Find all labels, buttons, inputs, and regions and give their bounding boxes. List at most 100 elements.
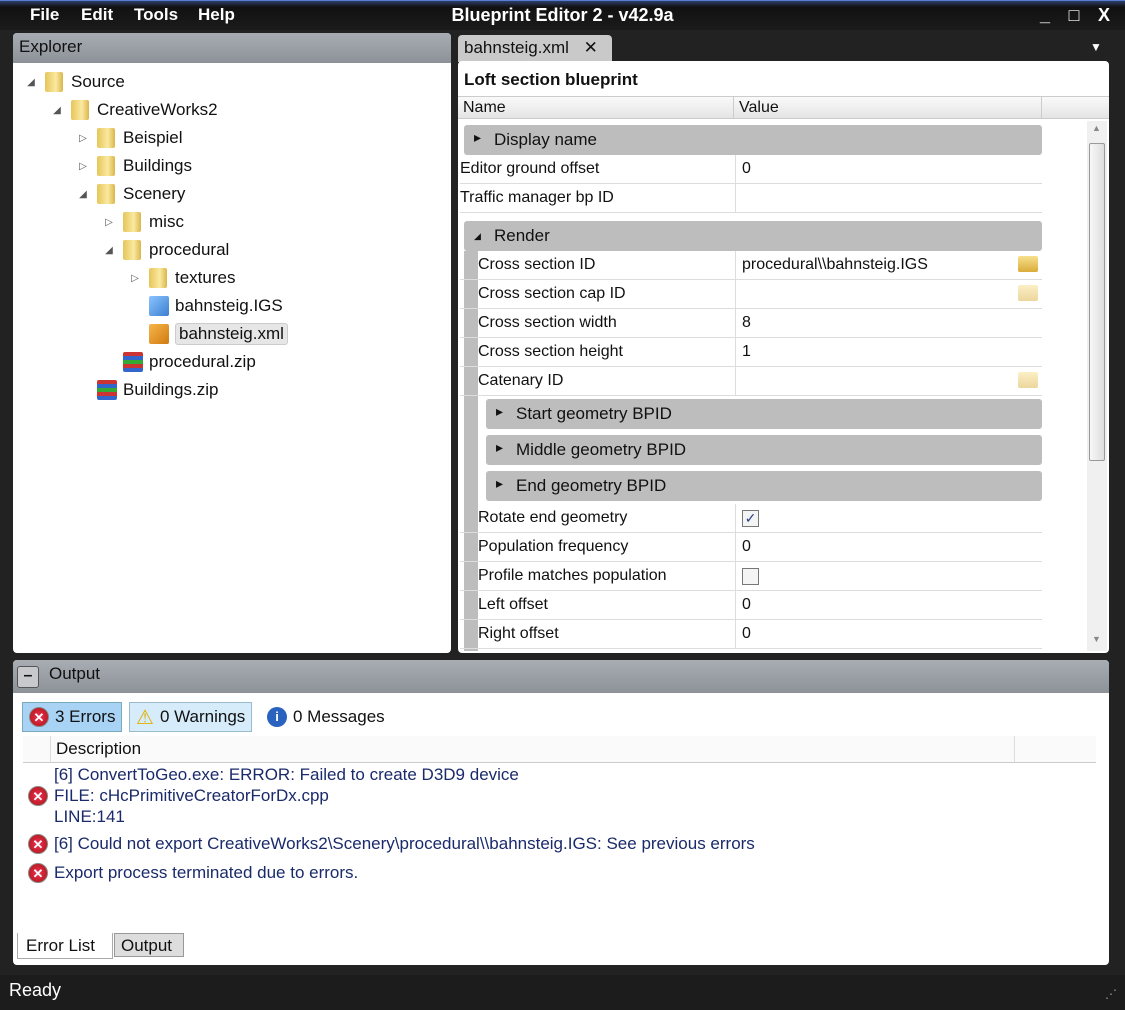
checkbox-checked[interactable]: ✓ <box>742 510 759 527</box>
tree-item-bahnsteig-igs[interactable]: bahnsteig.IGS <box>127 293 283 319</box>
tree-item-label: misc <box>149 212 184 231</box>
collapsed-arrow-icon[interactable]: ▷ <box>127 273 143 284</box>
tree-item-misc[interactable]: ▷ misc <box>101 209 184 235</box>
window-title: Blueprint Editor 2 - v42.9a <box>451 5 674 25</box>
property-value[interactable]: 0 <box>742 538 751 556</box>
tab-bahnsteig-xml[interactable]: bahnsteig.xml ✕ <box>458 35 612 62</box>
folder-icon <box>123 212 141 232</box>
warnings-filter-button[interactable]: ⚠ 0 Warnings <box>129 702 253 732</box>
expanded-arrow-icon[interactable]: ◢ <box>23 77 39 88</box>
tree-item-label: Scenery <box>123 184 186 203</box>
property-name: Catenary ID <box>478 372 564 389</box>
divider <box>735 338 736 366</box>
folder-browse-icon[interactable] <box>1018 372 1038 388</box>
property-value[interactable]: procedural\\bahnsteig.IGS <box>742 256 928 274</box>
scroll-down-icon[interactable]: ▼ <box>1092 634 1101 644</box>
property-value[interactable]: 0 <box>742 596 751 614</box>
scroll-up-icon[interactable]: ▲ <box>1092 123 1101 133</box>
tree-item-procedural-zip[interactable]: procedural.zip <box>101 349 256 375</box>
category-display-name[interactable]: Display name <box>464 125 1042 155</box>
category-end-geometry-bpid[interactable]: End geometry BPID <box>486 471 1042 501</box>
category-start-geometry-bpid[interactable]: Start geometry BPID <box>486 399 1042 429</box>
collapse-button[interactable]: – <box>17 666 39 688</box>
tree-item-buildings-zip[interactable]: Buildings.zip <box>75 377 218 403</box>
collapsed-arrow-icon[interactable]: ▷ <box>75 133 91 144</box>
property-row[interactable]: Cross section width 8 <box>460 309 1042 338</box>
explorer-title: Explorer <box>13 33 451 63</box>
property-row[interactable]: Cross section height 1 <box>460 338 1042 367</box>
tree-item-scenery[interactable]: ◢ Scenery <box>75 181 185 207</box>
divider <box>735 184 736 212</box>
info-icon: i <box>267 707 287 727</box>
column-description[interactable]: Description <box>56 739 141 759</box>
divider <box>735 280 736 308</box>
divider <box>735 309 736 337</box>
messages-label: 0 Messages <box>293 707 385 726</box>
tree-item-textures[interactable]: ▷ textures <box>127 265 235 291</box>
folder-browse-icon[interactable] <box>1018 285 1038 301</box>
expanded-arrow-icon[interactable]: ◢ <box>101 245 117 256</box>
column-name[interactable]: Name <box>463 99 506 117</box>
property-name: Population frequency <box>478 538 629 555</box>
divider <box>735 620 736 648</box>
errors-filter-button[interactable]: ✕ 3 Errors <box>22 702 123 732</box>
property-row[interactable]: Profile matches population <box>460 562 1042 591</box>
property-name: Left offset <box>478 596 548 613</box>
column-value[interactable]: Value <box>739 99 779 117</box>
property-row[interactable]: Right offset 0 <box>460 620 1042 649</box>
folder-icon <box>149 268 167 288</box>
property-row[interactable]: Traffic manager bp ID <box>460 184 1042 213</box>
close-tab-icon[interactable]: ✕ <box>584 38 598 57</box>
property-name: Cross section ID <box>478 256 596 273</box>
folder-icon <box>71 100 89 120</box>
tab-output[interactable]: Output <box>114 933 184 957</box>
messages-filter-button[interactable]: i 0 Messages <box>261 702 391 732</box>
folder-icon <box>45 72 63 92</box>
zip-file-icon <box>97 380 117 400</box>
property-row[interactable]: Cross section cap ID <box>460 280 1042 309</box>
vertical-scrollbar[interactable]: ▲ ▼ <box>1087 121 1107 651</box>
property-name: Profile matches population <box>478 567 667 584</box>
tab-error-list[interactable]: Error List <box>17 933 113 959</box>
property-row[interactable]: Catenary ID <box>460 367 1042 396</box>
divider <box>735 562 736 590</box>
property-name: Traffic manager bp ID <box>460 189 614 206</box>
expanded-arrow-icon[interactable]: ◢ <box>75 189 91 200</box>
property-row[interactable]: Cross section ID procedural\\bahnsteig.IG… <box>460 251 1042 280</box>
tree-item-buildings[interactable]: ▷ Buildings <box>75 153 192 179</box>
folder-icon <box>123 240 141 260</box>
tree-item-bahnsteig-xml[interactable]: bahnsteig.xml <box>127 321 288 347</box>
expanded-arrow-icon[interactable]: ◢ <box>49 105 65 116</box>
xml-file-icon <box>149 324 169 344</box>
maximize-button[interactable]: □ <box>1063 5 1085 26</box>
tab-dropdown-icon[interactable]: ▼ <box>1090 40 1102 54</box>
property-row[interactable]: Left offset 0 <box>460 591 1042 620</box>
grid-header: Name Value <box>458 96 1109 119</box>
checkbox-unchecked[interactable] <box>742 568 759 585</box>
folder-browse-icon[interactable] <box>1018 256 1038 272</box>
tree-item-label: bahnsteig.xml <box>175 323 288 345</box>
category-render[interactable]: Render <box>464 221 1042 251</box>
tree-item-creativeworks2[interactable]: ◢ CreativeWorks2 <box>49 97 218 123</box>
resize-grip-icon[interactable]: ⋰ <box>1105 987 1117 1001</box>
property-value[interactable]: 8 <box>742 314 751 332</box>
tree-item-beispiel[interactable]: ▷ Beispiel <box>75 125 183 151</box>
collapsed-arrow-icon[interactable]: ▷ <box>75 161 91 172</box>
tree-item-label: Buildings.zip <box>123 380 219 399</box>
property-row[interactable]: Population frequency 0 <box>460 533 1042 562</box>
property-row[interactable]: Rotate end geometry ✓ <box>460 504 1042 533</box>
tree-item-label: CreativeWorks2 <box>97 100 218 119</box>
tree-item-source[interactable]: ◢ Source <box>23 69 125 95</box>
category-middle-geometry-bpid[interactable]: Middle geometry BPID <box>486 435 1042 465</box>
collapsed-arrow-icon[interactable]: ▷ <box>101 217 117 228</box>
tree-item-label: Buildings <box>123 156 192 175</box>
minimize-button[interactable]: _ <box>1034 5 1056 26</box>
close-button[interactable]: X <box>1093 5 1115 26</box>
property-value[interactable]: 1 <box>742 343 751 361</box>
scrollbar-thumb[interactable] <box>1089 143 1105 461</box>
tree-item-procedural[interactable]: ◢ procedural <box>101 237 229 263</box>
property-row[interactable]: Editor ground offset 0 <box>460 155 1042 184</box>
property-value[interactable]: 0 <box>742 625 751 643</box>
divider <box>735 155 736 183</box>
property-value[interactable]: 0 <box>742 160 751 178</box>
